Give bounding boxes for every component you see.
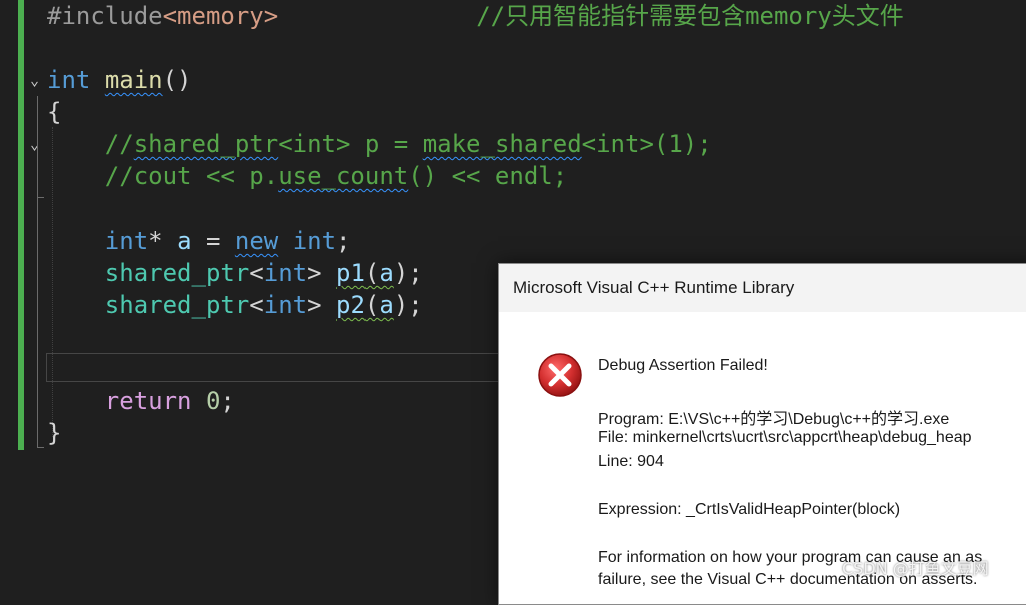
expression-text: Expression: _CrtIsValidHeapPointer(block… bbox=[598, 501, 901, 518]
comment-prefix: //cout << p. bbox=[104, 162, 279, 190]
function-name-main: main bbox=[104, 66, 163, 94]
comment-suffix: () << endl; bbox=[408, 162, 568, 190]
line-number: Line: 904 bbox=[598, 453, 664, 470]
comment-suffix: <int>(1); bbox=[581, 130, 712, 158]
assertion-heading: Debug Assertion Failed! bbox=[598, 357, 768, 374]
comment-prefix: // bbox=[104, 130, 134, 158]
return-type: int bbox=[47, 66, 91, 94]
template-arg: int bbox=[263, 291, 308, 319]
pointer-star: * bbox=[148, 227, 163, 255]
include-header: <memory> bbox=[162, 2, 279, 30]
type-shared-ptr: shared_ptr bbox=[104, 259, 250, 287]
code-line-return: return 0; bbox=[47, 385, 235, 417]
close-brace: } bbox=[47, 419, 62, 447]
return-value: 0 bbox=[205, 387, 221, 415]
var-p1: p1 bbox=[336, 259, 365, 287]
code-line-close-brace: } bbox=[47, 417, 61, 449]
code-line-comment-1: //shared_ptr<int> p = make_shared<int>(1… bbox=[47, 128, 712, 160]
include-comment: //只用智能指针需要包含memory头文件 bbox=[476, 2, 904, 30]
file-path: File: minkernel\crts\ucrt\src\appcrt\hea… bbox=[598, 429, 972, 446]
fold-guide-end bbox=[37, 197, 44, 198]
chevron-down-icon[interactable]: ⌄ bbox=[30, 73, 39, 88]
code-line-comment-2: //cout << p.use_count() << endl; bbox=[47, 160, 567, 192]
arg-a: a bbox=[379, 259, 394, 287]
code-line-p1: shared_ptr<int> p1(a); bbox=[47, 257, 423, 289]
error-icon bbox=[538, 353, 582, 397]
arg-a: a bbox=[379, 291, 394, 319]
template-open: < bbox=[249, 259, 264, 287]
include-directive: #include bbox=[47, 2, 163, 30]
template-open: < bbox=[249, 291, 264, 319]
var-p2: p2 bbox=[336, 291, 365, 319]
dialog-title: Microsoft Visual C++ Runtime Library bbox=[513, 278, 795, 297]
template-arg: int bbox=[263, 259, 308, 287]
keyword-return: return bbox=[104, 387, 192, 415]
change-indicator-bar bbox=[18, 0, 24, 450]
paren-close: ); bbox=[393, 259, 423, 287]
code-line-include: #include<memory> //只用智能指针需要包含memory头文件 bbox=[47, 0, 904, 32]
comment-ident: shared_ptr bbox=[133, 130, 279, 158]
type-int: int bbox=[292, 227, 337, 255]
paren-close: ); bbox=[393, 291, 423, 319]
type-int: int bbox=[104, 227, 149, 255]
code-line-open-brace: { bbox=[47, 96, 61, 128]
code-line-p2: shared_ptr<int> p2(a); bbox=[47, 289, 423, 321]
comment-func: make_shared bbox=[422, 130, 582, 158]
comment-func: use_count bbox=[278, 162, 409, 190]
dialog-titlebar[interactable]: Microsoft Visual C++ Runtime Library bbox=[499, 264, 1026, 312]
open-brace: { bbox=[47, 98, 62, 126]
program-path: Program: E:\VS\c++的学习\Debug\c++的学习.exe bbox=[598, 411, 950, 428]
fold-guide-end bbox=[37, 447, 44, 448]
var-a: a bbox=[177, 227, 192, 255]
runtime-error-dialog[interactable]: Microsoft Visual C++ Runtime Library Deb… bbox=[498, 263, 1026, 605]
paren-open: ( bbox=[364, 259, 380, 287]
code-line-new: int* a = new int; bbox=[47, 225, 351, 257]
assign-op: = bbox=[191, 227, 235, 255]
code-line-main: int main() bbox=[47, 64, 192, 96]
fold-guide bbox=[37, 158, 38, 198]
semicolon: ; bbox=[220, 387, 235, 415]
semicolon: ; bbox=[336, 227, 351, 255]
watermark: CSDN @打鱼文豆网 bbox=[842, 559, 989, 578]
template-close: > bbox=[307, 291, 337, 319]
type-shared-ptr: shared_ptr bbox=[104, 291, 250, 319]
main-parens: () bbox=[162, 66, 192, 94]
fold-guide bbox=[37, 96, 38, 448]
template-close: > bbox=[307, 259, 337, 287]
comment-mid: <int> p = bbox=[278, 130, 423, 158]
paren-open: ( bbox=[364, 291, 380, 319]
current-line-highlight bbox=[46, 353, 516, 382]
keyword-new: new bbox=[234, 227, 279, 255]
